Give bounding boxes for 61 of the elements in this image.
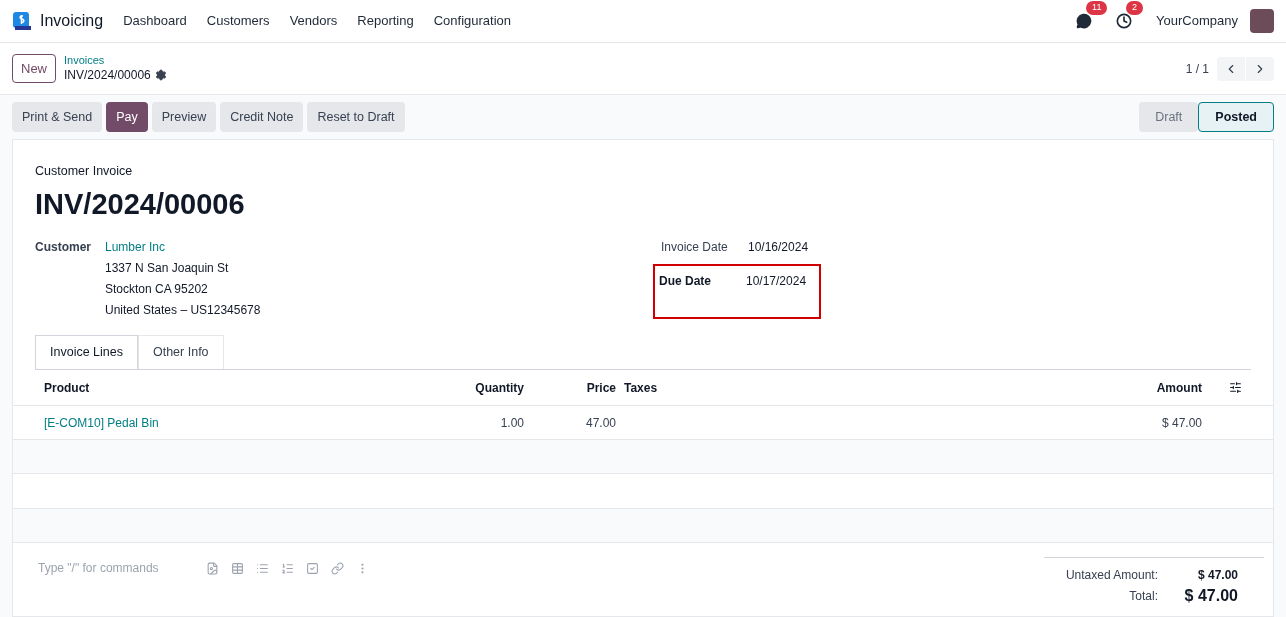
customer-link[interactable]: Lumber Inc xyxy=(105,238,261,257)
date-value[interactable]: 10/17/2024 xyxy=(746,272,807,318)
bulleted-list-icon[interactable] xyxy=(256,561,269,575)
action-button[interactable]: Pay xyxy=(106,102,148,132)
settings-icon[interactable] xyxy=(154,69,167,82)
new-button[interactable]: New xyxy=(12,53,56,84)
document-type: Customer Invoice xyxy=(35,163,134,180)
user-avatar[interactable] xyxy=(1250,9,1274,33)
app-name[interactable]: Invoicing xyxy=(40,9,104,33)
table-cell-text: $ 47.00 xyxy=(1161,414,1202,432)
menu-item[interactable]: Dashboard xyxy=(123,11,187,31)
product-link[interactable]: [E-COM10] Pedal Bin xyxy=(44,413,424,432)
breadcrumb-link[interactable]: Invoices xyxy=(64,54,167,68)
invoice-number: INV/2024/00006 xyxy=(35,186,246,222)
date-value[interactable]: 10/16/2024 xyxy=(748,238,809,265)
next-button[interactable] xyxy=(1246,56,1274,81)
tab[interactable]: Other Info xyxy=(137,335,224,370)
field-label: Invoice Date xyxy=(661,239,729,257)
link-icon[interactable] xyxy=(331,561,344,575)
clock-icon[interactable] xyxy=(1116,13,1133,29)
column-header[interactable]: Quantity xyxy=(475,378,524,397)
menu-item[interactable]: Vendors xyxy=(289,11,338,31)
column-header[interactable]: Price xyxy=(586,378,616,397)
total-label: Total: xyxy=(1129,588,1158,606)
total-label: Untaxed Amount: xyxy=(1065,567,1158,585)
field-label: Due Date xyxy=(659,273,712,291)
action-button[interactable]: Preview xyxy=(151,102,217,132)
column-settings-icon[interactable] xyxy=(1229,381,1242,395)
checklist-icon[interactable] xyxy=(306,561,319,575)
address-line: Stockton CA 95202 xyxy=(105,281,209,299)
column-header[interactable]: Taxes xyxy=(616,378,1062,397)
column-header[interactable]: Product xyxy=(44,378,424,397)
action-button[interactable]: Reset to Draft xyxy=(307,102,405,132)
menu-item[interactable]: Configuration xyxy=(433,11,512,31)
table-icon[interactable] xyxy=(231,561,244,575)
message-count-badge: 11 xyxy=(1086,1,1108,15)
status-stage[interactable]: Draft xyxy=(1139,102,1199,132)
status-stage[interactable]: Posted xyxy=(1198,102,1274,132)
tab[interactable]: Invoice Lines xyxy=(35,335,138,370)
column-header[interactable]: Amount xyxy=(1156,378,1202,397)
activity-count-badge: 2 xyxy=(1126,1,1144,15)
total-value: $ 47.00 xyxy=(1183,586,1238,607)
table-cell-text: 1.00 xyxy=(500,414,524,432)
chat-icon[interactable] xyxy=(1076,13,1093,29)
app-logo-icon[interactable] xyxy=(12,11,32,31)
record-name: INV/2024/00006 xyxy=(64,67,151,83)
address-line: 1337 N San Joaquin St xyxy=(105,260,230,278)
menu-item[interactable]: Customers xyxy=(206,11,270,31)
action-button[interactable]: Print & Send xyxy=(12,102,103,132)
pager-value[interactable]: 1 / 1 xyxy=(1185,59,1209,78)
numbered-list-icon[interactable] xyxy=(281,561,294,575)
image-icon[interactable] xyxy=(206,561,219,575)
address-line: United States – US12345678 xyxy=(105,302,261,320)
table-cell-text: 47.00 xyxy=(585,414,616,432)
notes-field[interactable]: Type "/" for commands xyxy=(38,559,198,578)
action-button[interactable]: Credit Note xyxy=(220,102,304,132)
total-value: $ 47.00 xyxy=(1196,567,1238,585)
company-name[interactable]: YourCompany xyxy=(1156,11,1238,31)
previous-button[interactable] xyxy=(1217,56,1245,81)
menu-item[interactable]: Reporting xyxy=(357,11,414,31)
field-label: Customer xyxy=(35,239,92,257)
